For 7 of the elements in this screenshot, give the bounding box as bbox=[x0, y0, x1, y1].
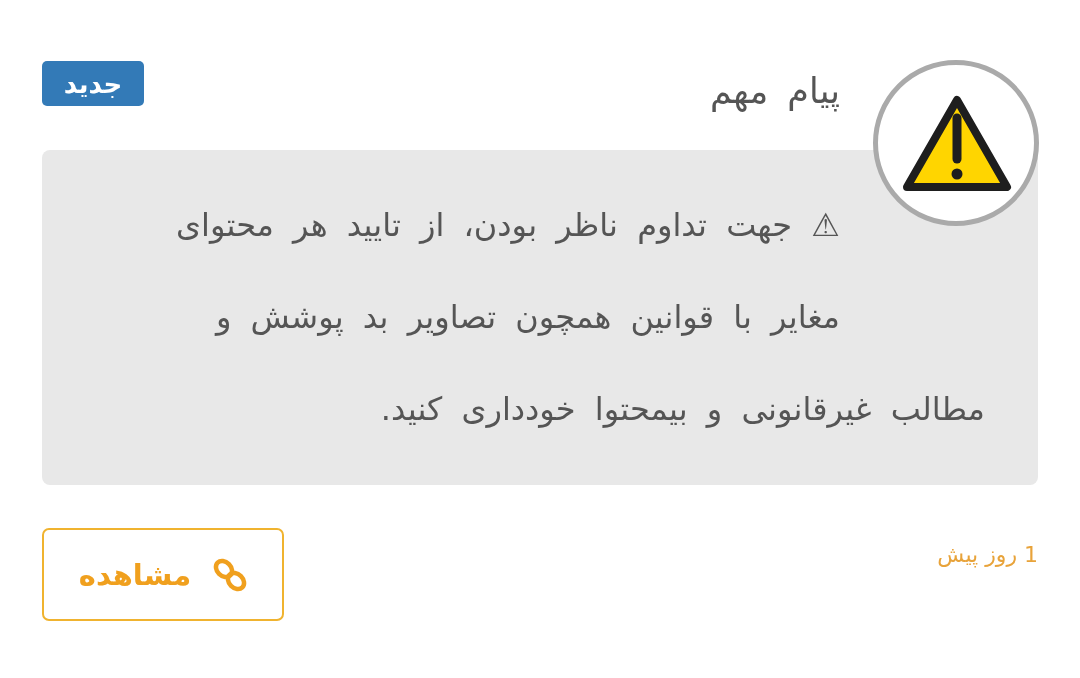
notice-title: پیام مهم bbox=[710, 71, 840, 111]
link-icon bbox=[213, 557, 248, 592]
notice-message: ⚠ جهت تداوم ناظر بودن، از تایید هر محتوای مغایر با قوانین همچون تصاویر بد پوشش و مطالب غیرقانونی و بیمحتوا خودداری کنید. bbox=[175, 205, 985, 430]
warning-icon bbox=[873, 60, 1039, 226]
view-button[interactable]: مشاهده bbox=[42, 528, 284, 621]
status-badge: جدید bbox=[42, 61, 144, 106]
timestamp: 1 روز پیش bbox=[937, 542, 1038, 567]
